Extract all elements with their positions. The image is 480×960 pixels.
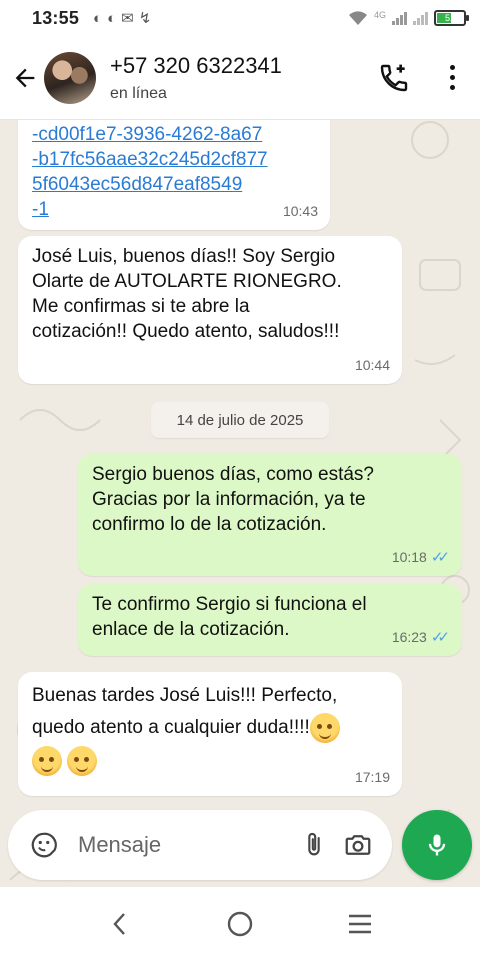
emoji-button[interactable] bbox=[22, 823, 66, 867]
missed-call-icon: ↯ bbox=[138, 9, 152, 27]
menu-dot bbox=[449, 65, 455, 70]
blushing-emoji-icon bbox=[309, 712, 340, 743]
message-time: 10:43 bbox=[282, 203, 318, 219]
network-type-label: 4G bbox=[373, 10, 386, 20]
back-arrow-icon bbox=[15, 68, 35, 87]
recents-menu-icon bbox=[349, 914, 371, 934]
message-link[interactable]: -cd00f1e7-3936-4262-8a67 -b17fc56aae32c2… bbox=[32, 120, 316, 222]
message-meta: 10:18 ✓✓ bbox=[392, 545, 450, 570]
voice-message-button[interactable] bbox=[402, 810, 472, 880]
message-input[interactable]: Mensaje bbox=[78, 832, 292, 858]
read-receipt-icon: ✓✓ bbox=[430, 629, 450, 646]
message-bubble-outgoing[interactable]: Te confirmo Sergio si funciona el enlace… bbox=[78, 584, 462, 656]
contact-info[interactable]: +57 320 6322341 en línea bbox=[110, 53, 282, 103]
message-time: 10:18 bbox=[391, 549, 427, 565]
message-composer: Mensaje bbox=[8, 810, 392, 880]
add-call-button[interactable] bbox=[370, 54, 418, 102]
message-bubble-outgoing[interactable]: Sergio buenos días, como estás? Gracias … bbox=[78, 454, 462, 576]
contact-name: +57 320 6322341 bbox=[110, 52, 282, 78]
menu-dot bbox=[449, 85, 455, 90]
blushing-emoji-icon bbox=[32, 746, 62, 776]
contact-avatar[interactable] bbox=[44, 51, 96, 104]
message-meta: 17:19 bbox=[355, 765, 390, 790]
gmail-icon: ✉ bbox=[121, 9, 134, 27]
emoji-row bbox=[32, 746, 388, 776]
message-text: Buenas tardes José Luis!!! Perfecto, que… bbox=[32, 680, 388, 744]
wifi-icon bbox=[348, 11, 367, 25]
message-time: 17:19 bbox=[354, 769, 390, 785]
message-meta: 10:43 bbox=[283, 199, 318, 224]
status-right: 4G 51 bbox=[348, 10, 469, 26]
camera-button[interactable] bbox=[336, 823, 380, 867]
status-time: 13:55 bbox=[32, 7, 80, 28]
date-separator: 14 de julio de 2025 bbox=[151, 402, 329, 438]
nav-recents-button[interactable] bbox=[330, 894, 390, 954]
contact-status: en línea bbox=[110, 84, 167, 102]
signal-icon bbox=[392, 11, 407, 25]
emoji-sticker-icon bbox=[31, 832, 57, 858]
back-button[interactable] bbox=[8, 56, 42, 100]
paperclip-icon bbox=[308, 832, 320, 856]
blushing-emoji-icon bbox=[67, 746, 98, 776]
microphone-icon bbox=[428, 834, 446, 856]
whatsapp-icon: ◐ bbox=[93, 9, 103, 27]
notification-icons: ◐ ◐ ✉ ↯ bbox=[93, 11, 151, 26]
message-time: 10:44 bbox=[354, 357, 390, 373]
message-text-content: Buenas tardes José Luis!!! Perfecto, que… bbox=[32, 685, 338, 738]
battery-percent: 51 bbox=[444, 13, 455, 23]
message-bubble-incoming[interactable]: -cd00f1e7-3936-4262-8a67 -b17fc56aae32c2… bbox=[18, 120, 330, 230]
menu-dot bbox=[449, 75, 455, 80]
signal-icon-secondary bbox=[413, 11, 428, 25]
nav-home-button[interactable] bbox=[210, 894, 270, 954]
chevron-left-icon bbox=[113, 913, 125, 935]
attach-button[interactable] bbox=[292, 823, 336, 867]
battery-icon: 51 bbox=[434, 10, 469, 26]
message-meta: 16:23 ✓✓ bbox=[392, 625, 450, 650]
message-text: José Luis, buenos días!! Soy Sergio Olar… bbox=[32, 246, 342, 342]
message-text: Sergio buenos días, como estás? Gracias … bbox=[92, 464, 375, 535]
read-receipt-icon: ✓✓ bbox=[430, 549, 450, 566]
header-actions bbox=[370, 54, 480, 102]
home-circle-icon bbox=[227, 911, 253, 937]
message-bubble-incoming[interactable]: José Luis, buenos días!! Soy Sergio Olar… bbox=[18, 236, 402, 384]
message-bubble-incoming[interactable]: Buenas tardes José Luis!!! Perfecto, que… bbox=[18, 672, 402, 796]
whatsapp-icon: ◐ bbox=[107, 9, 117, 27]
chat-header: +57 320 6322341 en línea bbox=[0, 36, 480, 120]
phone-add-icon bbox=[380, 64, 408, 91]
message-meta: 10:44 bbox=[355, 353, 390, 378]
message-time: 16:23 bbox=[391, 629, 427, 645]
status-bar: 13:55 ◐ ◐ ✉ ↯ 4G 51 bbox=[0, 0, 480, 36]
more-options-button[interactable] bbox=[432, 54, 472, 102]
camera-icon bbox=[345, 835, 371, 855]
system-navigation-bar bbox=[0, 888, 480, 960]
chat-area[interactable]: -cd00f1e7-3936-4262-8a67 -b17fc56aae32c2… bbox=[0, 120, 480, 887]
nav-back-button[interactable] bbox=[90, 894, 150, 954]
